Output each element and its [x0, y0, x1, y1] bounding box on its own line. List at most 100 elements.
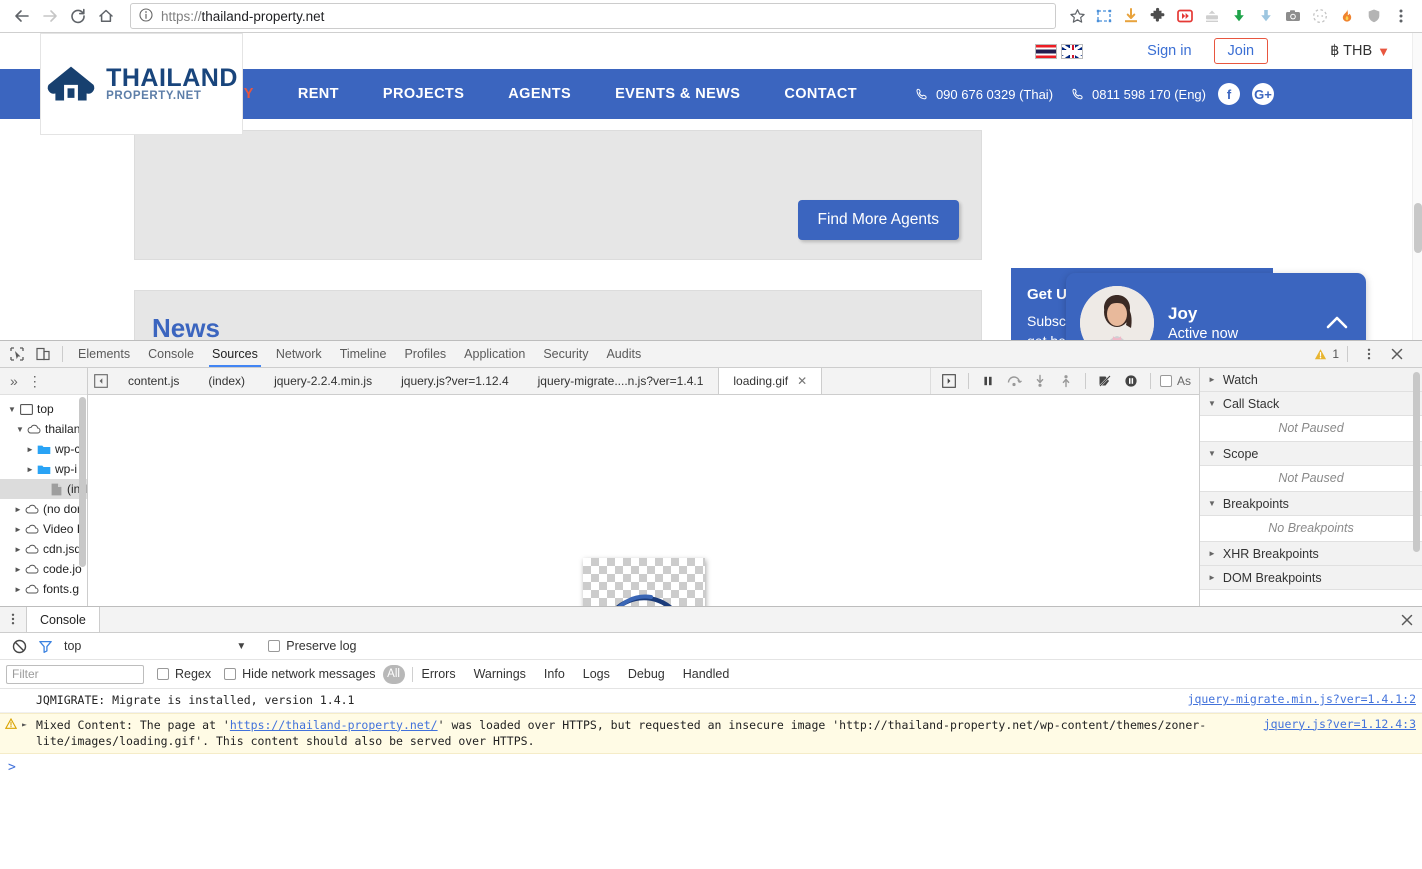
inspect-element-icon[interactable] — [4, 342, 30, 366]
level-errors[interactable]: Errors — [413, 667, 465, 681]
console-message-source[interactable]: jquery-migrate.min.js?ver=1.4.1:2 — [1176, 692, 1416, 709]
download-orange-icon[interactable] — [1117, 2, 1144, 30]
regex-label[interactable]: Regex — [175, 667, 211, 681]
step-out-icon[interactable] — [1053, 374, 1079, 388]
page-scrollbar[interactable] — [1412, 33, 1422, 340]
address-bar[interactable]: https://thailand-property.net — [130, 3, 1056, 29]
home-icon[interactable] — [92, 2, 120, 30]
find-more-agents-button[interactable]: Find More Agents — [797, 200, 959, 240]
chevron-down-icon[interactable]: ▼ — [236, 641, 246, 652]
level-debug[interactable]: Debug — [619, 667, 674, 681]
warning-count[interactable]: 1 — [1314, 347, 1339, 361]
phone-thai[interactable]: 090 676 0329 (Thai) — [915, 87, 1053, 102]
regex-checkbox[interactable] — [157, 668, 169, 680]
show-navigator-icon[interactable] — [936, 374, 962, 388]
currency-selector[interactable]: ฿ THB ▼ — [1330, 43, 1390, 59]
video-downloader-icon[interactable] — [1171, 2, 1198, 30]
google-plus-icon[interactable]: G+ — [1252, 83, 1274, 105]
puzzle-extension-icon[interactable] — [1144, 2, 1171, 30]
section-scope[interactable]: ▼ Scope — [1200, 442, 1422, 466]
site-logo[interactable]: THAILAND PROPERTY.NET — [40, 33, 243, 135]
tree-arrow[interactable]: ► — [12, 565, 24, 574]
flag-uk-icon[interactable] — [1061, 43, 1084, 59]
file-tab-jquery-migrate[interactable]: jquery-migrate....n.js?ver=1.4.1 — [524, 368, 719, 394]
tree-item-fonts-google[interactable]: ► fonts.g — [0, 579, 87, 599]
step-over-icon[interactable] — [1001, 374, 1027, 388]
sign-in-link[interactable]: Sign in — [1147, 43, 1191, 59]
section-call-stack[interactable]: ▼ Call Stack — [1200, 392, 1422, 416]
tree-arrow[interactable]: ▼ — [6, 405, 18, 414]
chrome-menu-icon[interactable] — [1387, 2, 1414, 30]
level-warnings[interactable]: Warnings — [465, 667, 535, 681]
expand-arrow-icon[interactable]: ► — [22, 717, 34, 750]
tree-arrow[interactable]: ► — [12, 505, 24, 514]
file-tab-loading-gif[interactable]: loading.gif ✕ — [718, 368, 823, 394]
file-tab-content-js[interactable]: content.js — [114, 368, 194, 394]
tree-item-wp-includes[interactable]: ► wp-i — [0, 459, 87, 479]
show-navigator-icon[interactable] — [88, 368, 114, 394]
clear-console-icon[interactable] — [6, 634, 32, 658]
tree-item-video[interactable]: ► Video I — [0, 519, 87, 539]
tree-item-code-jquery[interactable]: ► code.jo — [0, 559, 87, 579]
more-options-icon[interactable] — [1356, 342, 1382, 366]
file-tab-jquery-min[interactable]: jquery-2.2.4.min.js — [260, 368, 387, 394]
mixed-content-link[interactable]: https://thailand-property.net/ — [230, 718, 438, 732]
pause-resume-icon[interactable] — [975, 374, 1001, 388]
level-handled[interactable]: Handled — [674, 667, 739, 681]
level-all-pill[interactable]: All — [382, 664, 405, 684]
close-drawer-icon[interactable] — [1392, 607, 1422, 632]
tree-arrow[interactable]: ► — [24, 465, 36, 474]
drawer-menu-icon[interactable] — [0, 607, 26, 631]
chat-widget[interactable]: Joy Active now — [1066, 273, 1366, 340]
close-devtools-icon[interactable] — [1384, 342, 1410, 366]
console-prompt[interactable]: > — [0, 754, 1422, 781]
nav-item-events-news[interactable]: EVENTS & NEWS — [593, 86, 762, 102]
tree-item-thailand[interactable]: ▼ thailan — [0, 419, 87, 439]
download-blue-icon[interactable] — [1252, 2, 1279, 30]
camera-icon[interactable] — [1279, 2, 1306, 30]
level-info[interactable]: Info — [535, 667, 574, 681]
filter-input[interactable] — [6, 664, 144, 684]
tab-elements[interactable]: Elements — [69, 342, 139, 366]
preserve-log-checkbox[interactable] — [268, 640, 281, 652]
fire-icon[interactable] — [1333, 2, 1360, 30]
drawer-tab-console[interactable]: Console — [26, 607, 100, 632]
tab-audits[interactable]: Audits — [597, 342, 650, 366]
hide-network-label[interactable]: Hide network messages — [242, 667, 375, 681]
section-xhr-breakpoints[interactable]: ► XHR Breakpoints — [1200, 542, 1422, 566]
expand-chevrons-icon[interactable]: » — [4, 373, 24, 389]
reload-icon[interactable] — [64, 2, 92, 30]
tab-application[interactable]: Application — [455, 342, 534, 366]
flag-thailand-icon[interactable] — [1035, 43, 1058, 59]
step-into-icon[interactable] — [1027, 374, 1053, 388]
sidebar-scrollbar[interactable] — [1413, 372, 1420, 552]
section-watch[interactable]: ► Watch — [1200, 368, 1422, 392]
bookmark-star-icon[interactable] — [1064, 3, 1090, 29]
filter-funnel-icon[interactable] — [32, 634, 58, 658]
tab-profiles[interactable]: Profiles — [395, 342, 455, 366]
tree-item-top[interactable]: ▼ top — [0, 399, 87, 419]
chevron-up-icon[interactable] — [1322, 308, 1352, 338]
preserve-log-label[interactable]: Preserve log — [286, 639, 356, 653]
tree-arrow[interactable]: ► — [12, 545, 24, 554]
device-toolbar-icon[interactable] — [30, 342, 56, 366]
file-tab-index[interactable]: (index) — [194, 368, 260, 394]
file-tab-jquery-ver[interactable]: jquery.js?ver=1.12.4 — [387, 368, 524, 394]
tree-scrollbar[interactable] — [79, 397, 86, 567]
execution-context-selector[interactable]: top — [64, 639, 81, 653]
tree-item-no-domain[interactable]: ► (no dor — [0, 499, 87, 519]
tab-sources[interactable]: Sources — [203, 342, 267, 367]
info-circle-icon[interactable] — [139, 7, 153, 25]
join-button[interactable]: Join — [1213, 38, 1269, 64]
section-dom-breakpoints[interactable]: ► DOM Breakpoints — [1200, 566, 1422, 590]
download-green-icon[interactable] — [1225, 2, 1252, 30]
deactivate-breakpoints-icon[interactable] — [1092, 374, 1118, 388]
screenshot-region-icon[interactable] — [1090, 2, 1117, 30]
console-message-source[interactable]: jquery.js?ver=1.12.4:3 — [1252, 717, 1416, 750]
facebook-icon[interactable]: f — [1218, 83, 1240, 105]
nav-item-projects[interactable]: PROJECTS — [361, 86, 486, 102]
tab-network[interactable]: Network — [267, 342, 331, 366]
tree-item-cdn-jsdelivr[interactable]: ► cdn.jsd — [0, 539, 87, 559]
console-message-log[interactable]: JQMIGRATE: Migrate is installed, version… — [0, 689, 1422, 713]
async-checkbox[interactable] — [1159, 375, 1172, 387]
